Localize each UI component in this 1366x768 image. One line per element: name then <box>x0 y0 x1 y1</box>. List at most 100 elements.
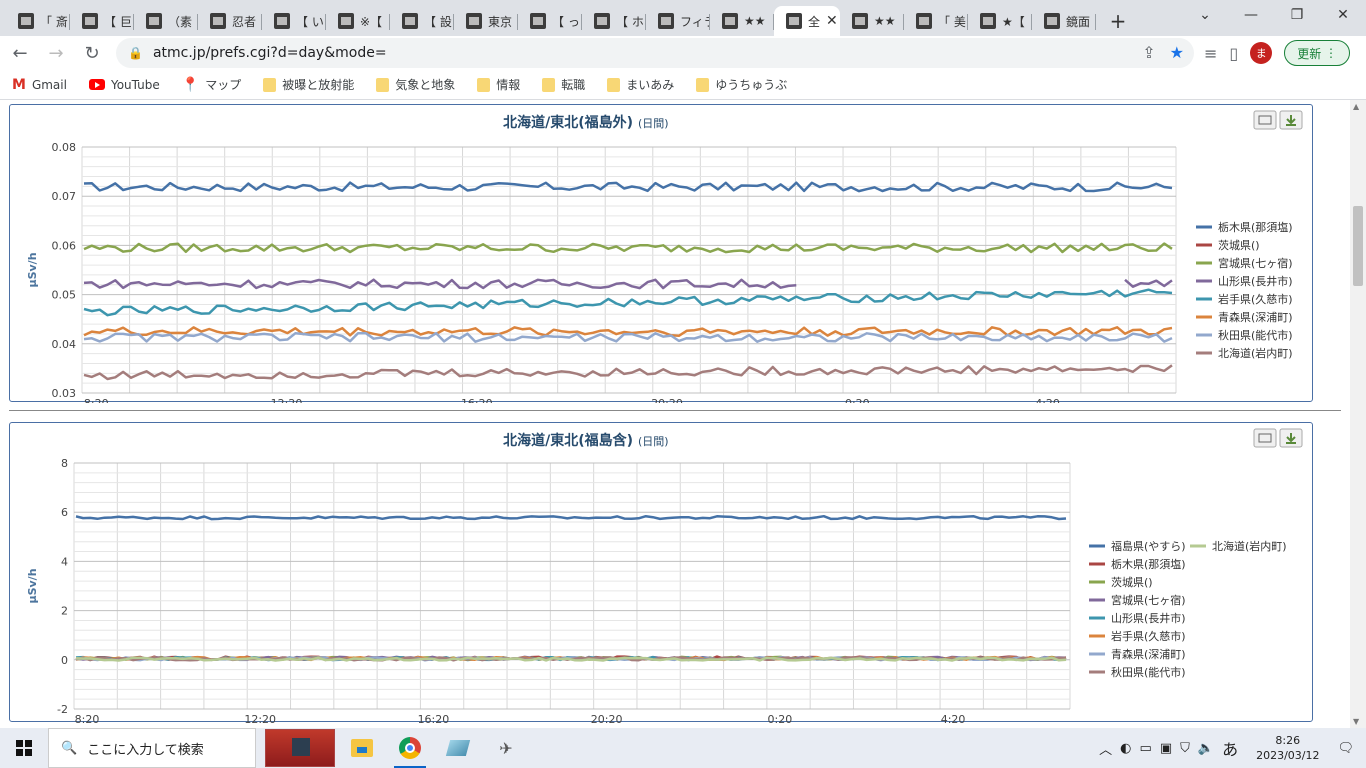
x-tick-label: 20:20 <box>651 397 683 403</box>
tab-search-icon[interactable]: ⌄ <box>1182 0 1228 30</box>
browser-tab[interactable]: フィラ <box>646 6 710 36</box>
maximize-icon[interactable]: ❐ <box>1274 0 1320 30</box>
windows-taskbar: 🔍 ここに入力して検索 ✈ ︿ ◐ ▭ ▣ ⛉ 🔈 あ 8:26 2023/03… <box>0 728 1366 768</box>
legend-item[interactable]: 福島県(やすら) <box>1089 539 1186 553</box>
browser-tab[interactable]: 東京 <box>454 6 518 36</box>
browser-tab[interactable]: ※【 <box>326 6 390 36</box>
volume-icon[interactable]: 🔈 <box>1198 741 1214 756</box>
legend-item[interactable]: 栃木県(那須塩) <box>1089 557 1186 571</box>
forward-arrow-icon[interactable]: → <box>40 37 72 69</box>
scroll-down-icon[interactable]: ▼ <box>1353 717 1359 726</box>
series-line[interactable] <box>75 514 1067 521</box>
legend-item[interactable]: 茨城県() <box>1196 238 1260 252</box>
reload-icon[interactable]: ↻ <box>76 37 108 69</box>
browser-tab[interactable]: ★★ <box>710 6 774 36</box>
tab-label: 東京 <box>488 14 513 29</box>
security-icon[interactable]: ⛉ <box>1180 741 1190 756</box>
chart-panel-excluding-fukushima: 北海道/東北(福島外) (日間) 0.08 0.07 0.06 0.05 0.04 0.03 μ… <box>9 104 1313 403</box>
print-button[interactable] <box>1253 428 1277 448</box>
update-button[interactable]: 更新 ⋮ <box>1284 40 1351 66</box>
scrollbar-thumb[interactable] <box>1353 206 1363 286</box>
browser-tab[interactable]: ★★ <box>840 6 904 36</box>
close-window-icon[interactable]: ✕ <box>1320 0 1366 30</box>
chrome-taskbar-button[interactable] <box>386 728 434 768</box>
scroll-up-icon[interactable]: ▲ <box>1353 102 1359 111</box>
share-icon[interactable]: ⇪ <box>1142 43 1155 62</box>
browser-tab[interactable]: 【 巨 <box>70 6 134 36</box>
browser-tab[interactable]: 鏡面 <box>1032 6 1096 36</box>
legend-item[interactable]: 山形県(長井市) <box>1089 611 1186 625</box>
bookmark-item[interactable]: 転職 <box>542 76 585 93</box>
legend-item[interactable]: 北海道(岩内町) <box>1196 346 1293 360</box>
close-tab-icon[interactable]: ✕ <box>826 13 838 29</box>
plane-app-button[interactable]: ✈ <box>482 728 530 768</box>
clock[interactable]: 8:26 2023/03/12 <box>1256 733 1319 763</box>
bookmark-item[interactable]: ゆうちゅうぶ <box>696 76 787 93</box>
battery-icon[interactable]: ▭ <box>1140 741 1152 756</box>
download-button[interactable] <box>1279 428 1303 448</box>
browser-tab[interactable]: 「 美 <box>904 6 968 36</box>
series-line[interactable] <box>83 288 1173 317</box>
legend-item[interactable]: 宮城県(七ヶ宿) <box>1089 593 1186 607</box>
network-icon[interactable]: ▣ <box>1160 741 1172 756</box>
bookmark-item[interactable]: 情報 <box>477 76 520 93</box>
legend-item[interactable]: 秋田県(能代市) <box>1089 665 1186 679</box>
print-button[interactable] <box>1253 110 1277 130</box>
minimize-icon[interactable]: — <box>1228 0 1274 30</box>
chart-svg: 北海道/東北(福島外) (日間) 0.08 0.07 0.06 0.05 0.04 0.03 μ… <box>26 110 1303 403</box>
page-scrollbar[interactable]: ▲ ▼ <box>1350 100 1366 728</box>
legend-item[interactable]: 山形県(長井市) <box>1196 274 1293 288</box>
reading-list-icon[interactable]: ≡ <box>1204 44 1217 63</box>
browser-tab[interactable]: （素 <box>134 6 198 36</box>
new-tab-button[interactable]: + <box>1102 6 1134 36</box>
address-bar[interactable]: 🔒 atmc.jp/prefs.cgi?d=day&mode= ⇪ ★ <box>116 38 1194 68</box>
taskbar-search[interactable]: 🔍 ここに入力して検索 <box>48 728 256 768</box>
series-line[interactable] <box>83 278 1173 290</box>
bookmark-item[interactable]: YouTube <box>88 78 160 92</box>
series-line[interactable] <box>83 242 1173 254</box>
legend-item[interactable]: 岩手県(久慈市) <box>1196 292 1293 306</box>
side-panel-icon[interactable]: ▯ <box>1229 44 1238 63</box>
browser-tab[interactable]: 【 ホ <box>582 6 646 36</box>
browser-tab[interactable]: 【 っ <box>518 6 582 36</box>
tab-label: ※【 <box>360 14 383 29</box>
browser-tab[interactable]: 全 ✕ <box>774 6 840 36</box>
x-tick-label: 0:20 <box>768 713 793 723</box>
lock-icon[interactable]: 🔒 <box>128 46 143 60</box>
legend-item[interactable]: 岩手県(久慈市) <box>1089 629 1186 643</box>
legend-item[interactable]: 茨城県() <box>1089 575 1153 589</box>
browser-tab[interactable]: 忍者 <box>198 6 262 36</box>
bookmark-item[interactable]: 📍 マップ <box>182 76 241 93</box>
meet-icon[interactable]: ◐ <box>1120 741 1131 756</box>
download-button[interactable] <box>1279 110 1303 130</box>
browser-tab[interactable]: 「 斎 <box>6 6 70 36</box>
bookmark-item[interactable]: 気象と地象 <box>376 76 455 93</box>
back-arrow-icon[interactable]: ← <box>4 37 36 69</box>
profile-avatar[interactable]: ま <box>1250 42 1273 64</box>
favicon-icon <box>530 13 546 29</box>
legend-item[interactable]: 青森県(深浦町) <box>1089 647 1186 661</box>
legend-item[interactable]: 栃木県(那須塩) <box>1196 220 1293 234</box>
bookmark-item[interactable]: M Gmail <box>12 77 67 93</box>
bookmark-label: まいあみ <box>626 78 675 92</box>
bookmark-star-icon[interactable]: ★ <box>1170 43 1184 62</box>
taskbar-thumbnail-app[interactable] <box>262 728 338 768</box>
clock-date: 2023/03/12 <box>1256 749 1320 762</box>
legend-item[interactable]: 宮城県(七ヶ宿) <box>1196 256 1293 270</box>
series-line[interactable] <box>83 364 1173 381</box>
series-line[interactable] <box>83 331 1173 343</box>
legend-item[interactable]: 秋田県(能代市) <box>1196 328 1293 342</box>
ime-indicator[interactable]: あ <box>1222 736 1238 760</box>
browser-tab[interactable]: ★【 <box>968 6 1032 36</box>
browser-tab[interactable]: 【 設 <box>390 6 454 36</box>
notes-app-button[interactable] <box>434 728 482 768</box>
legend-item[interactable]: 北海道(岩内町) <box>1190 539 1287 553</box>
legend-item[interactable]: 青森県(深浦町) <box>1196 310 1293 324</box>
bookmark-item[interactable]: まいあみ <box>607 76 674 93</box>
browser-tab[interactable]: 【 い <box>262 6 326 36</box>
bookmark-item[interactable]: 被曝と放射能 <box>263 76 354 93</box>
start-button[interactable] <box>0 728 48 768</box>
tray-overflow-icon[interactable]: ︿ <box>1099 739 1112 758</box>
file-explorer-button[interactable] <box>338 728 386 768</box>
notification-icon[interactable]: 🗨 <box>1337 741 1354 756</box>
